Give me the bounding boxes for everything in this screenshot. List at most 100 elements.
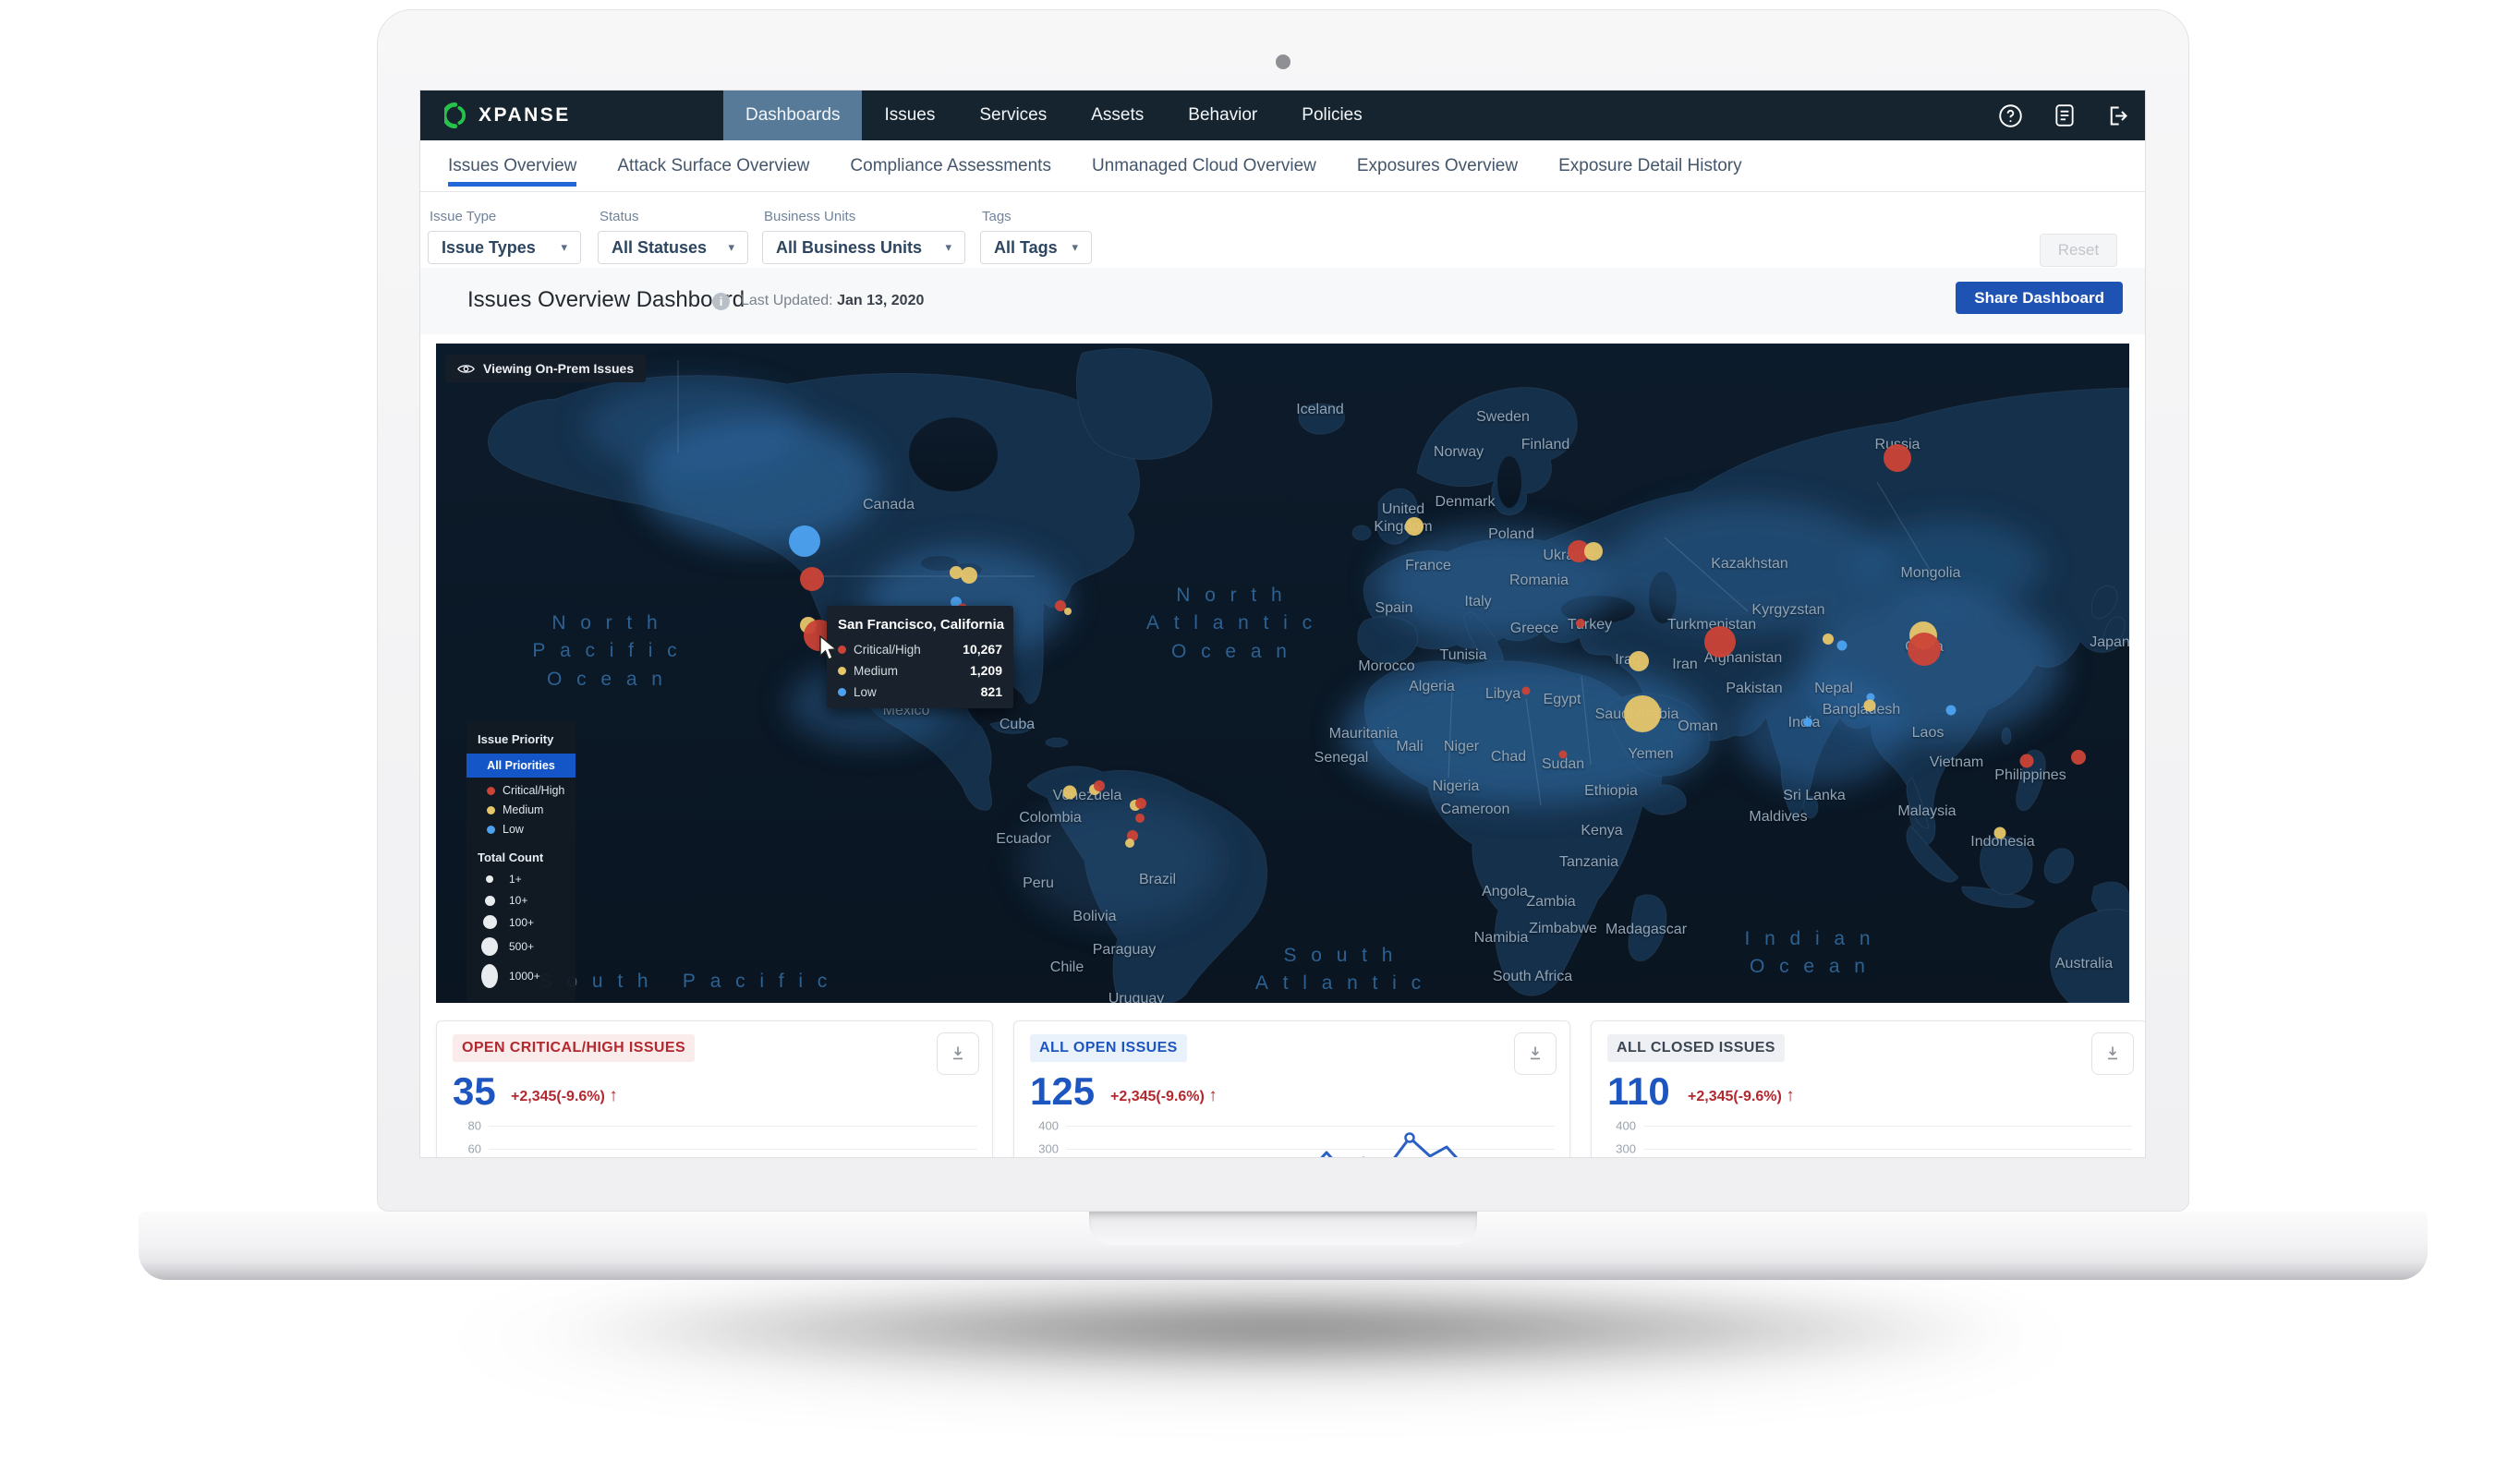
download-button[interactable] xyxy=(1514,1032,1557,1075)
tab-unmanaged-cloud-overview[interactable]: Unmanaged Cloud Overview xyxy=(1092,140,1316,191)
country-label-pakistan: Pakistan xyxy=(1726,681,1782,697)
count-circle-wrap xyxy=(481,964,509,988)
country-label-mauritania: Mauritania xyxy=(1329,726,1399,742)
chart-gridline xyxy=(1066,1126,1555,1127)
map-dot[interactable] xyxy=(1803,718,1812,727)
filter-dropdown-issue-type[interactable]: Issue Types▾ xyxy=(428,231,581,264)
map-dot[interactable] xyxy=(1823,633,1834,645)
chart-gridline-label: 300 xyxy=(1022,1142,1059,1156)
map-dot[interactable] xyxy=(2071,750,2086,765)
map-dot[interactable] xyxy=(1064,608,1072,615)
map-dot[interactable] xyxy=(1135,814,1145,823)
share-dashboard-button[interactable]: Share Dashboard xyxy=(1956,282,2123,314)
filter-dropdown-tags[interactable]: All Tags▾ xyxy=(980,231,1092,264)
tab-attack-surface-overview[interactable]: Attack Surface Overview xyxy=(617,140,809,191)
country-label-sudan: Sudan xyxy=(1542,756,1584,773)
download-icon xyxy=(949,1044,967,1063)
map-dot[interactable] xyxy=(1884,444,1911,472)
map-dot[interactable] xyxy=(1125,839,1134,848)
dashboard-tabs: Issues Overview Attack Surface Overview Co… xyxy=(420,140,2145,192)
eye-icon xyxy=(457,363,475,375)
nav-item-services[interactable]: Services xyxy=(957,90,1069,140)
country-label-laos: Laos xyxy=(1912,725,1945,742)
country-label-maldives: Maldives xyxy=(1749,809,1807,826)
country-label-south-africa: South Africa xyxy=(1493,969,1572,985)
nav-menu: DashboardsIssuesServicesAssetsBehaviorPo… xyxy=(723,90,1385,140)
download-button[interactable] xyxy=(2091,1032,2134,1075)
reset-button[interactable]: Reset xyxy=(2040,234,2117,267)
nav-item-behavior[interactable]: Behavior xyxy=(1166,90,1279,140)
tab-exposure-detail-history[interactable]: Exposure Detail History xyxy=(1558,140,1742,191)
filter-dropdown-status[interactable]: All Statuses▾ xyxy=(598,231,748,264)
chart-gridline xyxy=(1643,1126,2132,1127)
map-dot[interactable] xyxy=(1584,542,1603,561)
world-map[interactable]: N o r t hP a c i f i cO c e a nN o r t h… xyxy=(436,344,2129,1003)
map-dot[interactable] xyxy=(1704,626,1736,658)
map-tooltip: San Francisco, California Critical/High1… xyxy=(827,606,1013,708)
brand-name: XPANSE xyxy=(479,104,571,127)
country-label-niger: Niger xyxy=(1444,739,1479,755)
ocean-label-2: S o u t hA t l a n t i cO c e a n xyxy=(1255,942,1427,1003)
chevron-down-icon: ▾ xyxy=(728,240,734,255)
country-label-united: United xyxy=(1382,501,1424,518)
kpi-card-value: 125 xyxy=(1030,1069,1095,1114)
map-dot[interactable] xyxy=(1994,827,2006,839)
map-dot[interactable] xyxy=(1864,700,1876,712)
nav-item-policies[interactable]: Policies xyxy=(1279,90,1384,140)
download-button[interactable] xyxy=(937,1032,979,1075)
country-label-zimbabwe: Zimbabwe xyxy=(1529,921,1597,937)
map-dot[interactable] xyxy=(800,567,824,591)
country-label-poland: Poland xyxy=(1488,526,1534,543)
map-dot[interactable] xyxy=(1094,780,1105,791)
kpi-card-all-open-issues: ALL OPEN ISSUES125+2,345(-9.6%) ↑400300 xyxy=(1013,1020,1570,1157)
map-dot[interactable] xyxy=(1624,695,1661,732)
tab-compliance-assessments[interactable]: Compliance Assessments xyxy=(850,140,1051,191)
help-icon[interactable] xyxy=(1998,103,2023,128)
map-dot[interactable] xyxy=(1522,687,1531,695)
map-dot[interactable] xyxy=(1135,798,1146,809)
map-dot[interactable] xyxy=(1908,633,1941,666)
map-dot[interactable] xyxy=(1837,641,1848,651)
mouse-cursor xyxy=(818,635,842,668)
mini-line-chart xyxy=(1070,1130,1569,1157)
map-dot[interactable] xyxy=(961,567,977,584)
kpi-card-value: 35 xyxy=(453,1069,496,1114)
info-icon[interactable]: i xyxy=(712,293,730,310)
country-label-morocco: Morocco xyxy=(1358,658,1414,675)
title-bar: Issues Overview Dashboard i Last Updated… xyxy=(420,268,2145,334)
map-dot[interactable] xyxy=(1576,619,1585,628)
legend-count-1000: 1000+ xyxy=(466,964,575,988)
map-dot[interactable] xyxy=(1629,651,1649,671)
map-dot[interactable] xyxy=(1559,751,1568,759)
country-label-tunisia: Tunisia xyxy=(1440,647,1487,664)
legend-priority-critical-high[interactable]: Critical/High xyxy=(466,778,575,797)
laptop-base-notch xyxy=(1089,1212,1477,1245)
legend-priority-label: Low xyxy=(503,823,524,836)
nav-item-assets[interactable]: Assets xyxy=(1069,90,1166,140)
country-label-egypt: Egypt xyxy=(1544,692,1581,708)
map-dot[interactable] xyxy=(2020,754,2034,768)
chevron-down-icon: ▾ xyxy=(561,240,567,255)
map-dot[interactable] xyxy=(1063,786,1077,800)
kpi-cards-row: OPEN CRITICAL/HIGH ISSUES35+2,345(-9.6%)… xyxy=(436,1020,2129,1157)
legend-count-label: 500+ xyxy=(509,940,534,953)
map-dot[interactable] xyxy=(789,525,820,557)
legend-priority-medium[interactable]: Medium xyxy=(466,797,575,816)
country-label-cameroon: Cameroon xyxy=(1441,802,1510,818)
map-dot[interactable] xyxy=(1405,517,1424,536)
release-notes-icon[interactable] xyxy=(2052,103,2077,128)
sign-out-icon[interactable] xyxy=(2105,103,2130,128)
tab-issues-overview[interactable]: Issues Overview xyxy=(448,140,576,191)
tab-exposures-overview[interactable]: Exposures Overview xyxy=(1357,140,1518,191)
legend-priority-low[interactable]: Low xyxy=(466,816,575,836)
nav-item-issues[interactable]: Issues xyxy=(862,90,957,140)
trend-up-icon: ↑ xyxy=(609,1086,618,1105)
map-dot[interactable] xyxy=(1946,706,1957,716)
nav-item-dashboards[interactable]: Dashboards xyxy=(723,90,862,140)
filter-tags: TagsAll Tags▾ xyxy=(980,209,1092,264)
country-label-cuba: Cuba xyxy=(1000,717,1035,733)
legend-all-priorities[interactable]: All Priorities xyxy=(466,754,575,778)
filter-dropdown-business-units[interactable]: All Business Units▾ xyxy=(762,231,965,264)
kpi-card-delta: +2,345(-9.6%) ↑ xyxy=(511,1086,618,1106)
country-label-senegal: Senegal xyxy=(1315,750,1369,766)
